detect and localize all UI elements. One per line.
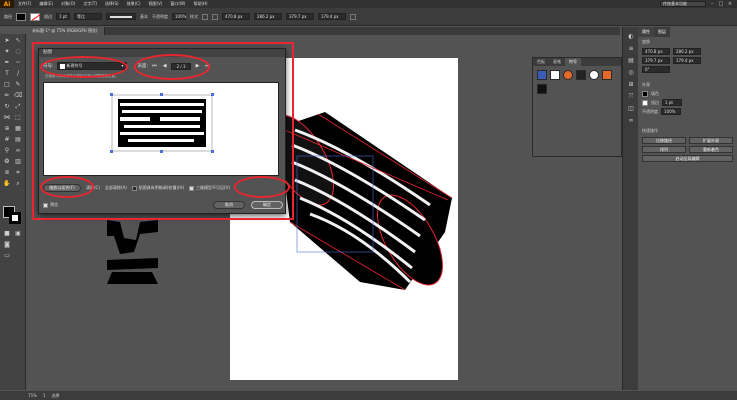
prop-y-field[interactable]: 286.2 px — [673, 48, 701, 55]
prop-stroke-label: 描边 — [651, 99, 659, 105]
invisible-geometry-checkbox[interactable] — [189, 185, 195, 191]
map-art-preview[interactable] — [43, 82, 279, 176]
status-bar: 75% 1 选择 — [0, 391, 737, 400]
pathfinder-panel-icon[interactable]: ◫ — [627, 105, 635, 113]
clear-button[interactable]: 清除(C) — [86, 185, 100, 191]
shade-artwork-option[interactable]: 贴图具有明暗调(较慢)(H) — [131, 185, 185, 191]
symbol-item[interactable] — [537, 70, 547, 80]
tab-properties[interactable]: 属性 — [638, 27, 654, 37]
zoom-level[interactable]: 75% — [28, 393, 37, 398]
color-panel-icon[interactable]: ◐ — [627, 33, 635, 41]
layers-panel-icon[interactable]: ▤ — [627, 57, 635, 65]
prop-x-field[interactable]: 470.8 px — [642, 48, 670, 55]
panel-icon-strip: ◐ ≡ ▤ ◎ ⊞ ⤧ ◫ ∞ — [622, 27, 638, 390]
symbol-item[interactable] — [537, 84, 547, 94]
prop-stroke-swatch[interactable] — [642, 99, 648, 106]
next-surface-icon[interactable]: ▶ — [194, 63, 201, 70]
symbol-item[interactable] — [563, 70, 573, 80]
tab-brushes[interactable]: 画笔 — [549, 58, 565, 66]
previous-surface-icon[interactable]: ◀ — [161, 63, 168, 70]
canvas-text-art[interactable] — [107, 220, 158, 284]
offset-path-button[interactable]: 位移路径 — [642, 137, 686, 144]
preview-label: 预览 — [50, 202, 58, 207]
symbol-item[interactable] — [576, 70, 586, 80]
dialog-options-row: 缩放以适合(F) 清除(C) 全部清除(A) 贴图具有明暗调(较慢)(H) 三维… — [43, 183, 283, 193]
symbol-list — [533, 66, 621, 80]
ok-button[interactable]: 确定 — [251, 201, 283, 209]
recolor-button[interactable]: 重新着色 — [689, 146, 733, 153]
prop-opacity-label: 不透明度 — [642, 108, 658, 114]
global-edit-button[interactable]: 启动全局编辑 — [642, 155, 733, 162]
preview-symbol-art[interactable] — [110, 93, 214, 153]
shade-artwork-label: 贴图具有明暗调(较慢)(H) — [138, 185, 185, 190]
symbol-list-row2 — [533, 80, 621, 94]
map-art-dialog: 贴图 符号: 新建符号 ▾ 表面: ⏮ ◀ 2 / 3 ▶ ⏭ 在画板中拖动或按… — [38, 48, 286, 214]
surface-label: 表面: — [137, 64, 149, 69]
clear-all-button[interactable]: 全部清除(A) — [105, 185, 127, 191]
arrange-button[interactable]: 排列 — [642, 146, 686, 153]
dialog-bottom-row: 预览 取消 确定 — [43, 200, 283, 210]
prop-h-field[interactable]: 179.4 px — [673, 57, 701, 64]
prop-fill-swatch[interactable] — [642, 91, 648, 97]
prop-w-field[interactable]: 379.7 px — [642, 57, 670, 64]
appearance-panel-icon[interactable]: ◎ — [627, 69, 635, 77]
scale-to-fit-button[interactable]: 缩放以适合(F) — [43, 184, 81, 192]
prop-fill-label: 填色 — [651, 91, 659, 96]
artboard-number[interactable]: 1 — [43, 393, 46, 398]
surface-page-field[interactable]: 2 / 3 — [171, 62, 192, 70]
symbols-panel: 色板 画笔 符号 — [532, 57, 622, 157]
symbol-label: 符号: — [43, 64, 54, 69]
transform-section-title: 变换 — [642, 39, 650, 44]
first-surface-icon[interactable]: ⏮ — [151, 63, 158, 70]
symbol-item[interactable] — [550, 70, 560, 80]
shade-artwork-checkbox[interactable] — [131, 185, 137, 191]
invisible-geometry-label: 三维模型不可见(V) — [196, 185, 230, 190]
last-surface-icon[interactable]: ⏭ — [204, 63, 211, 70]
symbol-thumb-icon — [59, 63, 65, 69]
symbol-select-value: 新建符号 — [66, 63, 83, 68]
chevron-down-icon: ▾ — [121, 63, 124, 68]
dialog-hint-text: 在画板中拖动或按下鼠标左键以调整图稿位置。 — [45, 74, 119, 78]
appearance-section-title: 外观 — [642, 82, 650, 87]
prop-stroke-weight[interactable]: 1 pt — [662, 99, 682, 106]
current-tool: 选择 — [51, 392, 60, 398]
symbol-item[interactable] — [589, 70, 599, 80]
expand-appearance-button[interactable]: 扩展外观 — [689, 137, 733, 144]
tab-layers[interactable]: 图层 — [654, 27, 670, 37]
prop-angle-field[interactable]: 0° — [642, 66, 670, 73]
preview-option[interactable]: 预览 — [43, 202, 58, 208]
invisible-geometry-option[interactable]: 三维模型不可见(V) — [189, 185, 230, 191]
dialog-top-row: 符号: 新建符号 ▾ 表面: ⏮ ◀ 2 / 3 ▶ ⏭ — [43, 61, 283, 71]
dialog-title: 贴图 — [39, 49, 285, 57]
stroke-panel-icon[interactable]: ≡ — [627, 45, 635, 53]
align-panel-icon[interactable]: ⊞ — [627, 81, 635, 89]
properties-panel: 属性 图层 变换 470.8 px 286.2 px 379.7 px 179.… — [638, 27, 737, 390]
tab-symbols[interactable]: 符号 — [565, 58, 581, 66]
symbol-item[interactable] — [602, 70, 612, 80]
symbol-select[interactable]: 新建符号 ▾ — [56, 62, 127, 70]
quick-actions-title: 快速操作 — [642, 128, 658, 133]
transform-panel-icon[interactable]: ⤧ — [627, 93, 635, 101]
prop-opacity-field[interactable]: 100% — [661, 108, 681, 115]
symbols-panel-tabs: 色板 画笔 符号 — [533, 58, 621, 66]
preview-checkbox[interactable] — [43, 202, 48, 208]
cancel-button[interactable]: 取消 — [213, 201, 245, 209]
links-panel-icon[interactable]: ∞ — [627, 117, 635, 125]
tab-swatches[interactable]: 色板 — [533, 58, 549, 66]
